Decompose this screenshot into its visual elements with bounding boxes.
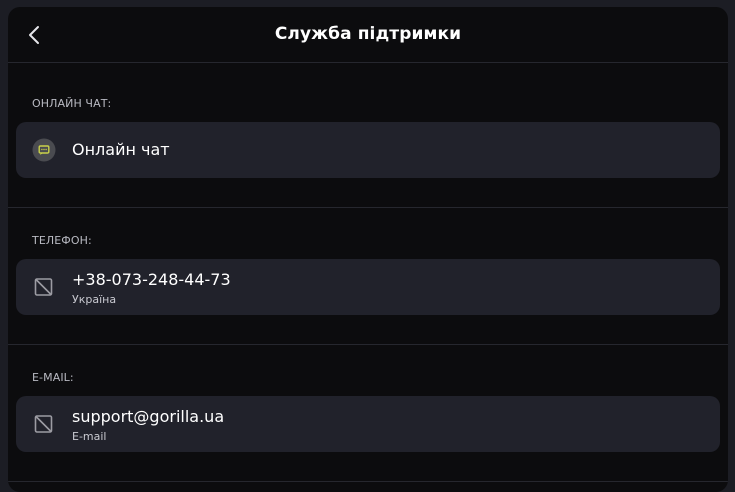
page-title: Служба підтримки [274,24,462,44]
email-caption: E-mail [72,430,107,443]
online-chat-card[interactable]: Онлайн чат [16,122,720,178]
phone-card[interactable]: +38-073-248-44-73 Україна [16,259,720,315]
chat-icon [32,138,56,162]
email-address: support@gorilla.ua [72,407,225,426]
phone-number: +38-073-248-44-73 [72,270,231,289]
section-label: ТЕЛЕФОН: [32,234,92,247]
broken-image-icon [32,412,56,436]
section-label: ОНЛАЙН ЧАТ: [32,97,112,110]
support-modal: Служба підтримки ОНЛАЙН ЧАТ: Онлайн чат … [8,7,728,492]
section-online-chat: ОНЛАЙН ЧАТ: Онлайн чат [8,63,728,208]
section-label: E-MAIL: [32,371,74,384]
email-card[interactable]: support@gorilla.ua E-mail [16,396,720,452]
online-chat-label: Онлайн чат [72,140,170,159]
section-phone: ТЕЛЕФОН: +38-073-248-44-73 Україна [8,208,728,345]
section-email: E-MAIL: support@gorilla.ua E-mail [8,345,728,482]
modal-header: Служба підтримки [8,7,728,63]
broken-image-icon [32,275,56,299]
phone-country: Україна [72,293,117,306]
